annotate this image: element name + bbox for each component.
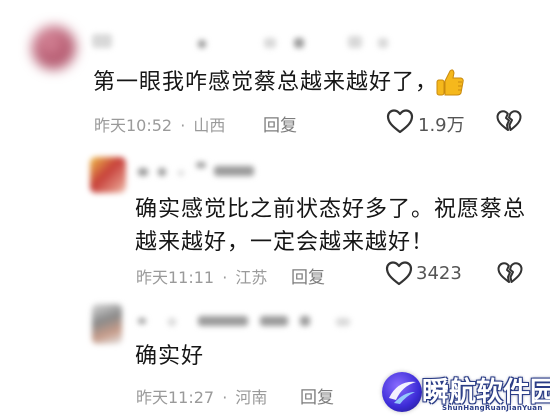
thumbs-up-icon <box>434 66 466 98</box>
comment-meta: 昨天11:11 · 江苏 <box>136 264 267 288</box>
avatar[interactable] <box>32 26 76 70</box>
username-blurred[interactable] <box>92 32 392 52</box>
watermark: 瞬航软件园 ShunHangRuanJianYuan <box>380 368 550 417</box>
comment-location: 江苏 <box>235 268 268 287</box>
comment-meta: 昨天10:52 · 山西 <box>94 112 225 136</box>
comment-location: 河南 <box>235 388 268 407</box>
reply-button[interactable]: 回复 <box>300 383 334 408</box>
avatar[interactable] <box>92 304 122 344</box>
comment-text-line2: 越来越好，一定会越来越好！ <box>135 230 435 255</box>
dislike-broken-heart-icon[interactable] <box>496 109 522 133</box>
dislike-broken-heart-icon[interactable] <box>497 261 523 285</box>
reply-button[interactable]: 回复 <box>263 111 297 136</box>
swoosh-logo-icon <box>382 372 422 412</box>
username-blurred[interactable] <box>136 160 296 180</box>
like-count: 1.9万 <box>418 115 465 136</box>
like-heart-icon[interactable] <box>385 260 413 286</box>
like-heart-icon[interactable] <box>386 108 414 134</box>
meta-dot: · <box>222 388 228 407</box>
comment-item: 第一眼我咋感觉蔡总越来越好了， 昨天10:52 · 山西 回复 1.9万 <box>0 0 550 140</box>
comment-time: 昨天11:27 <box>136 388 215 407</box>
avatar[interactable] <box>90 157 126 193</box>
comment-location: 山西 <box>193 116 226 135</box>
meta-dot: · <box>222 268 228 287</box>
comment-text-line1: 确实感觉比之前状态好多了。祝愿蔡总 <box>135 197 527 222</box>
reply-button[interactable]: 回复 <box>291 263 325 288</box>
comment-text: 确实好 <box>135 344 205 369</box>
comment-meta: 昨天11:27 · 河南 <box>136 384 267 408</box>
watermark-subtitle: ShunHangRuanJianYuan <box>442 404 543 412</box>
comment-time: 昨天10:52 <box>94 116 173 135</box>
comment-time: 昨天11:11 <box>136 268 215 287</box>
meta-dot: · <box>180 116 186 135</box>
username-blurred[interactable] <box>136 310 386 330</box>
comment-item: 确实感觉比之前状态好多了。祝愿蔡总 越来越好，一定会越来越好！ 昨天11:11 … <box>0 140 550 290</box>
like-count: 3423 <box>416 263 462 284</box>
comment-text: 第一眼我咋感觉蔡总越来越好了， <box>93 70 439 95</box>
